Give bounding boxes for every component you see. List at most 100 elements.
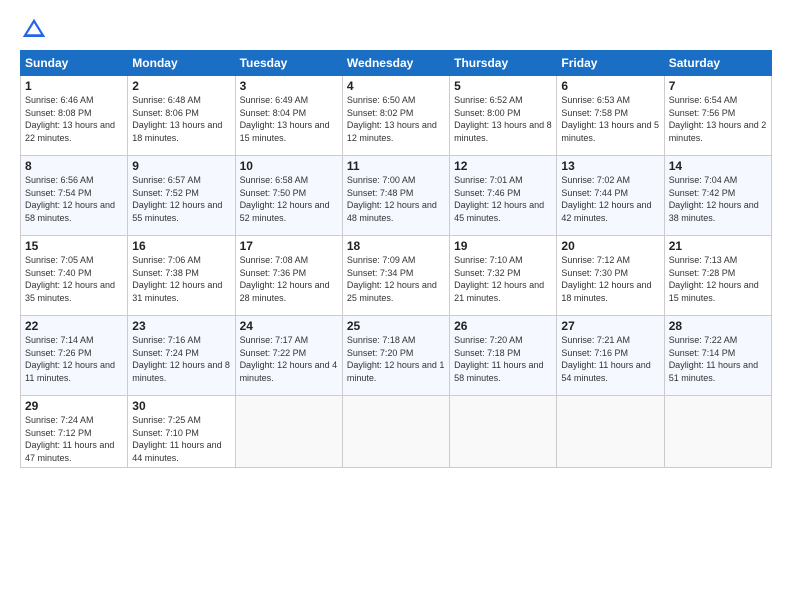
table-row: 28 Sunrise: 7:22 AMSunset: 7:14 PMDaylig… bbox=[664, 316, 771, 396]
day-info: Sunrise: 7:24 AMSunset: 7:12 PMDaylight:… bbox=[25, 414, 123, 464]
table-row: 19 Sunrise: 7:10 AMSunset: 7:32 PMDaylig… bbox=[450, 236, 557, 316]
logo-icon bbox=[20, 16, 48, 44]
table-row: 14 Sunrise: 7:04 AMSunset: 7:42 PMDaylig… bbox=[664, 156, 771, 236]
day-number: 16 bbox=[132, 239, 230, 253]
col-tuesday: Tuesday bbox=[235, 51, 342, 76]
table-row: 23 Sunrise: 7:16 AMSunset: 7:24 PMDaylig… bbox=[128, 316, 235, 396]
col-wednesday: Wednesday bbox=[342, 51, 449, 76]
day-number: 4 bbox=[347, 79, 445, 93]
table-row: 18 Sunrise: 7:09 AMSunset: 7:34 PMDaylig… bbox=[342, 236, 449, 316]
day-number: 19 bbox=[454, 239, 552, 253]
table-row: 5 Sunrise: 6:52 AMSunset: 8:00 PMDayligh… bbox=[450, 76, 557, 156]
day-number: 17 bbox=[240, 239, 338, 253]
logo bbox=[20, 16, 52, 44]
day-info: Sunrise: 7:13 AMSunset: 7:28 PMDaylight:… bbox=[669, 254, 767, 304]
day-info: Sunrise: 7:25 AMSunset: 7:10 PMDaylight:… bbox=[132, 414, 230, 464]
table-row: 3 Sunrise: 6:49 AMSunset: 8:04 PMDayligh… bbox=[235, 76, 342, 156]
day-number: 26 bbox=[454, 319, 552, 333]
day-info: Sunrise: 7:21 AMSunset: 7:16 PMDaylight:… bbox=[561, 334, 659, 384]
table-row: 29 Sunrise: 7:24 AMSunset: 7:12 PMDaylig… bbox=[21, 396, 128, 468]
col-sunday: Sunday bbox=[21, 51, 128, 76]
table-row bbox=[235, 396, 342, 468]
day-number: 20 bbox=[561, 239, 659, 253]
day-info: Sunrise: 7:00 AMSunset: 7:48 PMDaylight:… bbox=[347, 174, 445, 224]
table-row: 12 Sunrise: 7:01 AMSunset: 7:46 PMDaylig… bbox=[450, 156, 557, 236]
table-row: 8 Sunrise: 6:56 AMSunset: 7:54 PMDayligh… bbox=[21, 156, 128, 236]
day-info: Sunrise: 6:52 AMSunset: 8:00 PMDaylight:… bbox=[454, 94, 552, 144]
day-info: Sunrise: 6:53 AMSunset: 7:58 PMDaylight:… bbox=[561, 94, 659, 144]
day-number: 27 bbox=[561, 319, 659, 333]
day-info: Sunrise: 6:54 AMSunset: 7:56 PMDaylight:… bbox=[669, 94, 767, 144]
table-row: 15 Sunrise: 7:05 AMSunset: 7:40 PMDaylig… bbox=[21, 236, 128, 316]
table-row: 4 Sunrise: 6:50 AMSunset: 8:02 PMDayligh… bbox=[342, 76, 449, 156]
day-number: 24 bbox=[240, 319, 338, 333]
day-info: Sunrise: 7:14 AMSunset: 7:26 PMDaylight:… bbox=[25, 334, 123, 384]
day-info: Sunrise: 6:48 AMSunset: 8:06 PMDaylight:… bbox=[132, 94, 230, 144]
day-number: 2 bbox=[132, 79, 230, 93]
day-number: 6 bbox=[561, 79, 659, 93]
day-info: Sunrise: 7:02 AMSunset: 7:44 PMDaylight:… bbox=[561, 174, 659, 224]
day-info: Sunrise: 7:09 AMSunset: 7:34 PMDaylight:… bbox=[347, 254, 445, 304]
col-friday: Friday bbox=[557, 51, 664, 76]
day-info: Sunrise: 7:12 AMSunset: 7:30 PMDaylight:… bbox=[561, 254, 659, 304]
header bbox=[20, 16, 772, 44]
table-row: 2 Sunrise: 6:48 AMSunset: 8:06 PMDayligh… bbox=[128, 76, 235, 156]
day-info: Sunrise: 7:01 AMSunset: 7:46 PMDaylight:… bbox=[454, 174, 552, 224]
day-info: Sunrise: 7:18 AMSunset: 7:20 PMDaylight:… bbox=[347, 334, 445, 384]
day-number: 15 bbox=[25, 239, 123, 253]
table-row: 26 Sunrise: 7:20 AMSunset: 7:18 PMDaylig… bbox=[450, 316, 557, 396]
table-row: 16 Sunrise: 7:06 AMSunset: 7:38 PMDaylig… bbox=[128, 236, 235, 316]
day-info: Sunrise: 7:06 AMSunset: 7:38 PMDaylight:… bbox=[132, 254, 230, 304]
day-info: Sunrise: 6:58 AMSunset: 7:50 PMDaylight:… bbox=[240, 174, 338, 224]
day-number: 7 bbox=[669, 79, 767, 93]
table-row: 7 Sunrise: 6:54 AMSunset: 7:56 PMDayligh… bbox=[664, 76, 771, 156]
day-number: 23 bbox=[132, 319, 230, 333]
table-row: 22 Sunrise: 7:14 AMSunset: 7:26 PMDaylig… bbox=[21, 316, 128, 396]
calendar: Sunday Monday Tuesday Wednesday Thursday… bbox=[20, 50, 772, 468]
day-number: 28 bbox=[669, 319, 767, 333]
col-thursday: Thursday bbox=[450, 51, 557, 76]
table-row bbox=[342, 396, 449, 468]
day-info: Sunrise: 7:08 AMSunset: 7:36 PMDaylight:… bbox=[240, 254, 338, 304]
table-row: 11 Sunrise: 7:00 AMSunset: 7:48 PMDaylig… bbox=[342, 156, 449, 236]
day-number: 8 bbox=[25, 159, 123, 173]
table-row: 20 Sunrise: 7:12 AMSunset: 7:30 PMDaylig… bbox=[557, 236, 664, 316]
table-row: 17 Sunrise: 7:08 AMSunset: 7:36 PMDaylig… bbox=[235, 236, 342, 316]
day-info: Sunrise: 6:50 AMSunset: 8:02 PMDaylight:… bbox=[347, 94, 445, 144]
day-info: Sunrise: 7:22 AMSunset: 7:14 PMDaylight:… bbox=[669, 334, 767, 384]
day-number: 22 bbox=[25, 319, 123, 333]
day-info: Sunrise: 6:56 AMSunset: 7:54 PMDaylight:… bbox=[25, 174, 123, 224]
day-info: Sunrise: 7:20 AMSunset: 7:18 PMDaylight:… bbox=[454, 334, 552, 384]
day-info: Sunrise: 7:10 AMSunset: 7:32 PMDaylight:… bbox=[454, 254, 552, 304]
day-number: 21 bbox=[669, 239, 767, 253]
table-row: 25 Sunrise: 7:18 AMSunset: 7:20 PMDaylig… bbox=[342, 316, 449, 396]
day-number: 9 bbox=[132, 159, 230, 173]
table-row: 9 Sunrise: 6:57 AMSunset: 7:52 PMDayligh… bbox=[128, 156, 235, 236]
day-info: Sunrise: 6:49 AMSunset: 8:04 PMDaylight:… bbox=[240, 94, 338, 144]
day-number: 3 bbox=[240, 79, 338, 93]
day-info: Sunrise: 7:17 AMSunset: 7:22 PMDaylight:… bbox=[240, 334, 338, 384]
day-info: Sunrise: 7:16 AMSunset: 7:24 PMDaylight:… bbox=[132, 334, 230, 384]
day-number: 25 bbox=[347, 319, 445, 333]
table-row: 10 Sunrise: 6:58 AMSunset: 7:50 PMDaylig… bbox=[235, 156, 342, 236]
table-row: 27 Sunrise: 7:21 AMSunset: 7:16 PMDaylig… bbox=[557, 316, 664, 396]
day-number: 14 bbox=[669, 159, 767, 173]
day-number: 13 bbox=[561, 159, 659, 173]
table-row bbox=[557, 396, 664, 468]
day-number: 30 bbox=[132, 399, 230, 413]
table-row bbox=[664, 396, 771, 468]
col-saturday: Saturday bbox=[664, 51, 771, 76]
day-info: Sunrise: 6:46 AMSunset: 8:08 PMDaylight:… bbox=[25, 94, 123, 144]
day-number: 12 bbox=[454, 159, 552, 173]
day-info: Sunrise: 6:57 AMSunset: 7:52 PMDaylight:… bbox=[132, 174, 230, 224]
page: Sunday Monday Tuesday Wednesday Thursday… bbox=[0, 0, 792, 612]
table-row: 21 Sunrise: 7:13 AMSunset: 7:28 PMDaylig… bbox=[664, 236, 771, 316]
day-number: 18 bbox=[347, 239, 445, 253]
day-info: Sunrise: 7:04 AMSunset: 7:42 PMDaylight:… bbox=[669, 174, 767, 224]
table-row: 6 Sunrise: 6:53 AMSunset: 7:58 PMDayligh… bbox=[557, 76, 664, 156]
table-row: 24 Sunrise: 7:17 AMSunset: 7:22 PMDaylig… bbox=[235, 316, 342, 396]
day-number: 11 bbox=[347, 159, 445, 173]
day-number: 5 bbox=[454, 79, 552, 93]
table-row: 30 Sunrise: 7:25 AMSunset: 7:10 PMDaylig… bbox=[128, 396, 235, 468]
day-number: 29 bbox=[25, 399, 123, 413]
